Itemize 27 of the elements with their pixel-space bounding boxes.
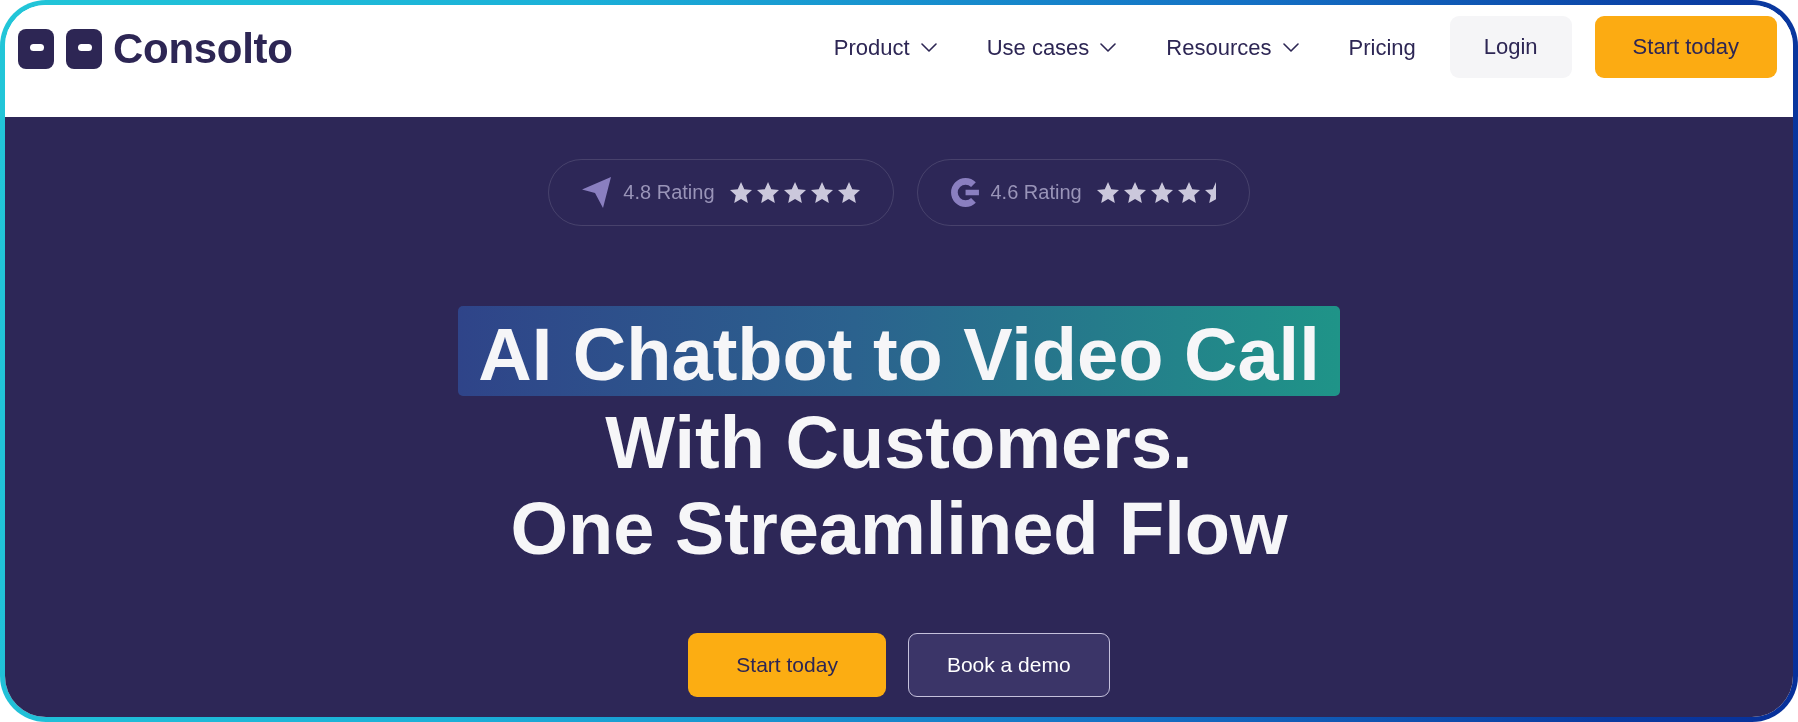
star-icon (1123, 182, 1146, 203)
star-icon (1204, 182, 1216, 203)
logo-icon (18, 29, 102, 69)
highlighted-headline: AI Chatbot to Video Call (458, 306, 1340, 396)
headline-text: One Streamlined Flow (510, 486, 1288, 572)
navigation-arrow-icon (582, 177, 612, 208)
star-icon (783, 182, 806, 203)
nav-link[interactable]: Product (833, 33, 937, 61)
nav-link[interactable]: Use cases (986, 33, 1117, 61)
star-icon (810, 182, 833, 203)
start-button[interactable]: Start today (1594, 16, 1777, 78)
demo-button[interactable]: Book a demo (907, 633, 1110, 697)
start-button[interactable]: Start today (688, 633, 886, 697)
star-icon (729, 182, 752, 203)
login-button[interactable]: Login (1449, 16, 1572, 78)
nav-link[interactable]: Resources (1166, 33, 1299, 61)
star-icon (756, 182, 779, 203)
star-icon (1177, 182, 1200, 203)
nav-link[interactable]: Pricing (1348, 33, 1416, 61)
star-icon (837, 182, 860, 203)
star-icon (1096, 182, 1119, 203)
star-icon (1150, 182, 1173, 203)
rating-text: 4.6 Rating (990, 181, 1082, 204)
headline-text: With Customers. (605, 400, 1193, 486)
rating-text: 4.8 Rating (623, 181, 715, 204)
ring-logo-icon (950, 178, 979, 207)
brand-name: Consolto (113, 27, 293, 71)
